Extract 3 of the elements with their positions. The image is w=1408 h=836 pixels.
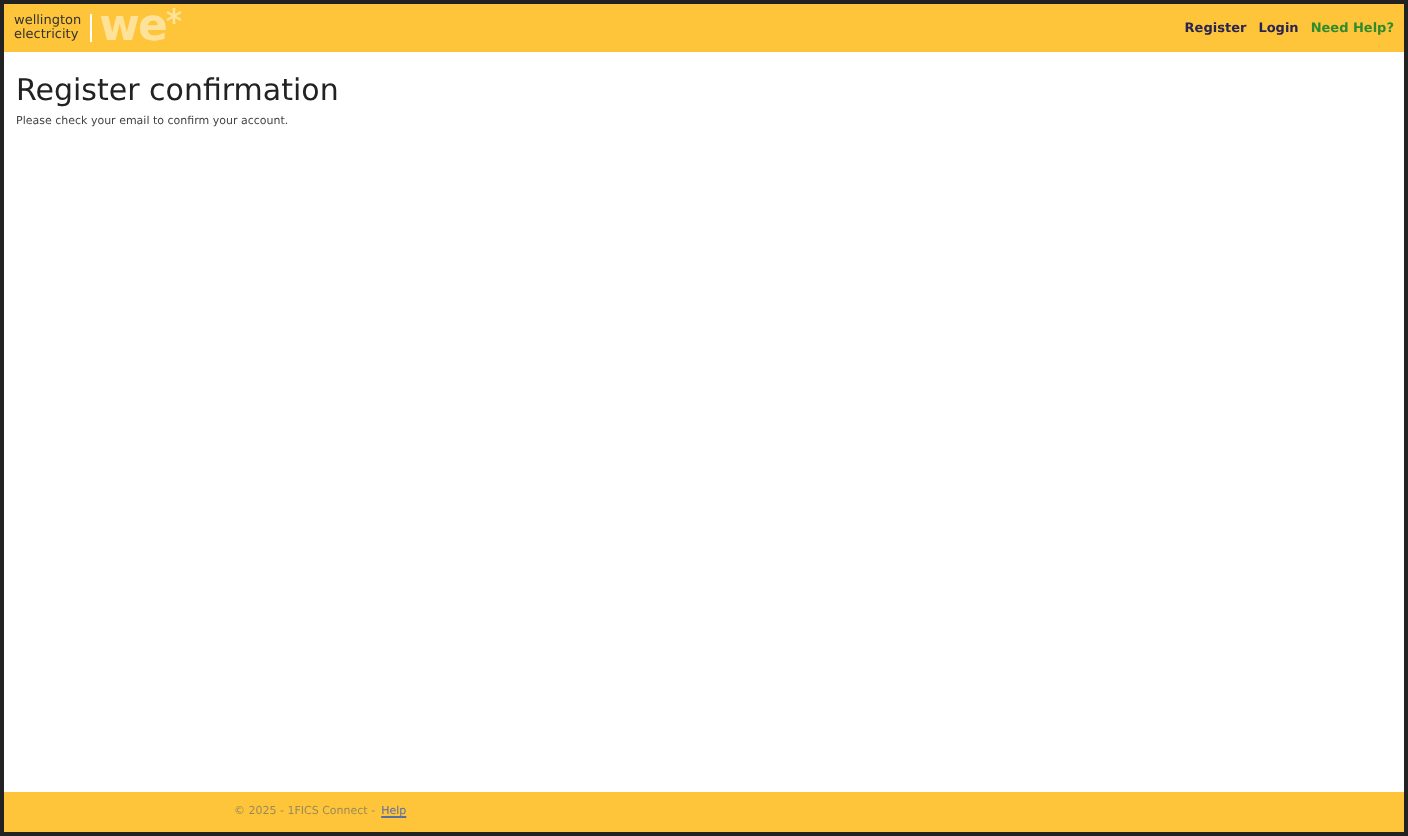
page-title: Register confirmation xyxy=(16,72,341,108)
asterisk-icon xyxy=(165,8,182,24)
logo-mark: we xyxy=(99,8,166,48)
